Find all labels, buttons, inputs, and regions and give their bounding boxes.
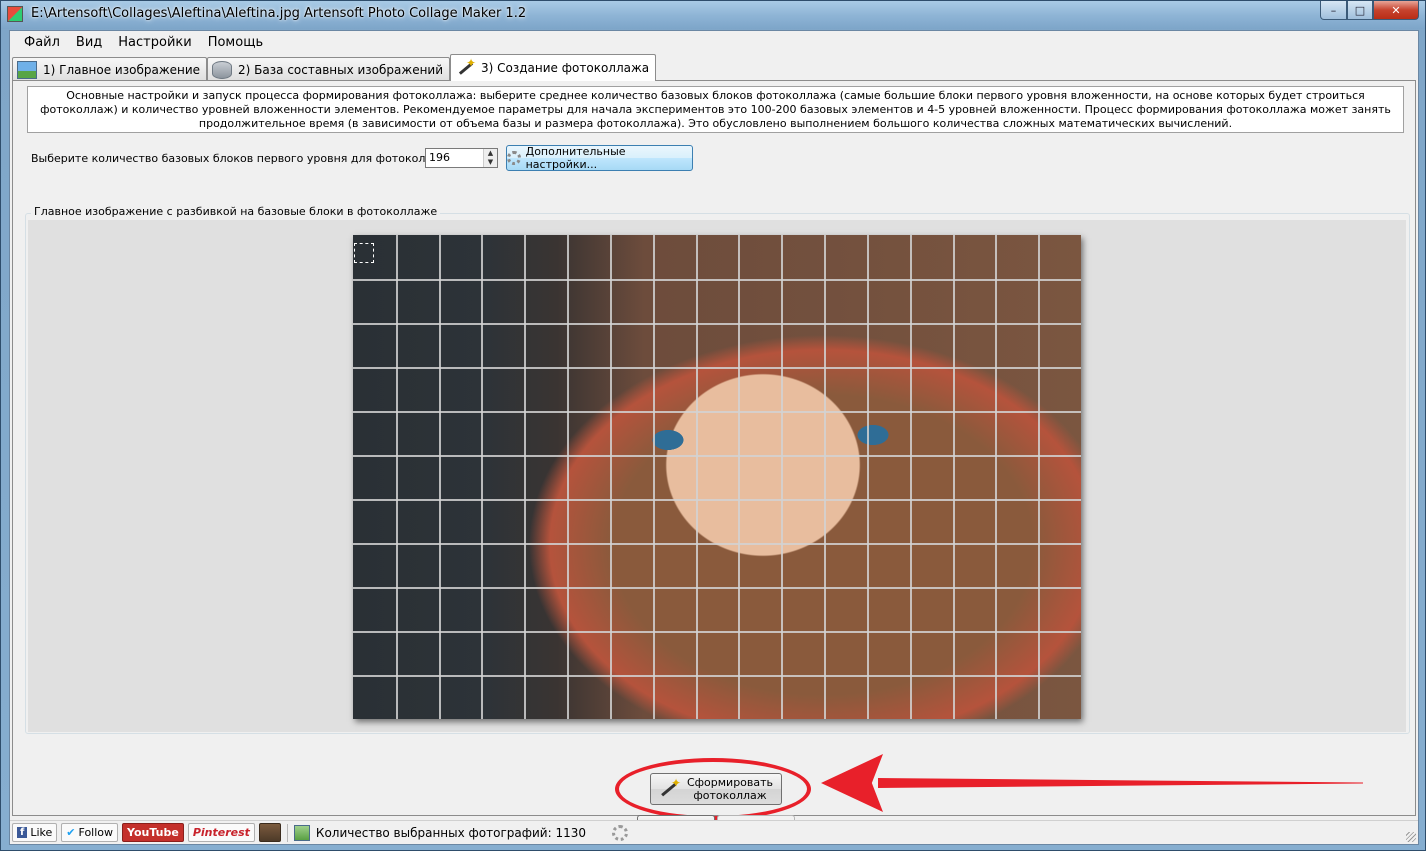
annotation-arrow-head	[821, 754, 883, 812]
main-image-with-grid[interactable]	[353, 235, 1081, 719]
database-icon	[212, 60, 233, 79]
grid-line-vertical	[995, 235, 997, 719]
grid-line-horizontal	[353, 587, 1081, 589]
menu-view[interactable]: Вид	[68, 35, 110, 50]
grid-line-horizontal	[353, 411, 1081, 413]
selected-block-marker	[354, 243, 374, 263]
preview-title: Главное изображение с разбивкой на базов…	[31, 205, 441, 218]
tab-label: 2) База составных изображений	[238, 62, 444, 77]
grid-line-horizontal	[353, 499, 1081, 501]
app-icon	[7, 6, 23, 22]
facebook-icon: f	[17, 827, 28, 838]
window-title: E:\Artensoft\Collages\Aleftina\Aleftina.…	[31, 6, 527, 21]
description-box: Основные настройки и запуск процесса фор…	[27, 86, 1404, 133]
status-bar: f Like ✔ Follow YouTube Pinterest Количе…	[10, 820, 1418, 844]
blocks-count-label: Выберите количество базовых блоков перво…	[31, 152, 460, 165]
grid-line-vertical	[910, 235, 912, 719]
advanced-settings-label: Дополнительные настройки...	[525, 145, 626, 171]
grid-line-vertical	[824, 235, 826, 719]
tab-strip: 1) Главное изображение 2) База составных…	[12, 54, 657, 81]
grid-line-vertical	[524, 235, 526, 719]
tab-label: 1) Главное изображение	[43, 62, 201, 77]
grid-line-horizontal	[353, 455, 1081, 457]
grid-line-vertical	[610, 235, 612, 719]
tab-label: 3) Создание фотоколлажа	[481, 61, 650, 75]
maximize-button[interactable]: □	[1347, 1, 1373, 20]
tab-page: Основные настройки и запуск процесса фор…	[12, 80, 1416, 838]
status-separator	[286, 823, 288, 842]
menu-bar: Файл Вид Настройки Помощь	[10, 31, 1418, 53]
facebook-like-button[interactable]: f Like	[12, 823, 58, 842]
grid-line-vertical	[953, 235, 955, 719]
youtube-button[interactable]: YouTube	[122, 823, 184, 842]
photos-count-icon	[293, 824, 310, 841]
grid-line-vertical	[439, 235, 441, 719]
loading-spinner-icon	[612, 824, 629, 841]
advanced-settings-button[interactable]: Дополнительные настройки...	[506, 145, 693, 171]
grid-line-horizontal	[353, 279, 1081, 281]
menu-file[interactable]: Файл	[16, 35, 68, 50]
create-collage-button[interactable]: Сформироватьфотоколлаж	[650, 773, 782, 805]
title-bar: E:\Artensoft\Collages\Aleftina\Aleftina.…	[1, 1, 1425, 29]
blocks-count-value[interactable]: 196	[426, 149, 483, 167]
annotation-arrow-body	[878, 778, 1363, 788]
picture-icon	[17, 60, 37, 79]
grid-line-horizontal	[353, 323, 1081, 325]
grid-line-vertical	[696, 235, 698, 719]
gear-icon	[507, 151, 521, 165]
blocks-count-stepper[interactable]: 196 ▲ ▼	[425, 148, 498, 168]
menu-settings[interactable]: Настройки	[110, 35, 199, 50]
spin-down-icon[interactable]: ▼	[484, 158, 497, 167]
create-collage-label: Сформировать фотоколлаж	[686, 776, 774, 802]
resize-grip-icon[interactable]	[1406, 832, 1416, 842]
twitter-follow-button[interactable]: ✔ Follow	[61, 823, 119, 842]
grid-line-vertical	[781, 235, 783, 719]
menu-help[interactable]: Помощь	[200, 35, 271, 50]
grid-line-vertical	[481, 235, 483, 719]
magic-wand-icon	[455, 56, 476, 77]
grid-line-vertical	[653, 235, 655, 719]
tab-main-image[interactable]: 1) Главное изображение	[12, 57, 208, 81]
instagram-icon[interactable]	[258, 823, 281, 842]
grid-line-vertical	[396, 235, 398, 719]
minimize-button[interactable]: –	[1320, 1, 1347, 20]
grid-line-horizontal	[353, 367, 1081, 369]
grid-line-vertical	[867, 235, 869, 719]
twitter-bird-icon: ✔	[66, 826, 76, 839]
pinterest-button[interactable]: Pinterest	[187, 823, 255, 842]
app-window: E:\Artensoft\Collages\Aleftina\Aleftina.…	[0, 0, 1426, 851]
grid-line-vertical	[1038, 235, 1040, 719]
tab-create-collage[interactable]: 3) Создание фотоколлажа	[450, 54, 657, 81]
photos-count-label: Количество выбранных фотографий: 1130	[315, 825, 587, 840]
grid-line-vertical	[567, 235, 569, 719]
magic-wand-icon	[659, 777, 681, 799]
tab-image-database[interactable]: 2) База составных изображений	[207, 57, 451, 81]
grid-line-vertical	[738, 235, 740, 719]
close-button[interactable]: ✕	[1373, 1, 1419, 20]
client-area: Файл Вид Настройки Помощь 1) Главное изо…	[9, 30, 1419, 845]
preview-panel	[28, 220, 1406, 732]
grid-line-horizontal	[353, 543, 1081, 545]
grid-line-horizontal	[353, 631, 1081, 633]
grid-line-horizontal	[353, 675, 1081, 677]
spin-up-icon[interactable]: ▲	[484, 149, 497, 158]
